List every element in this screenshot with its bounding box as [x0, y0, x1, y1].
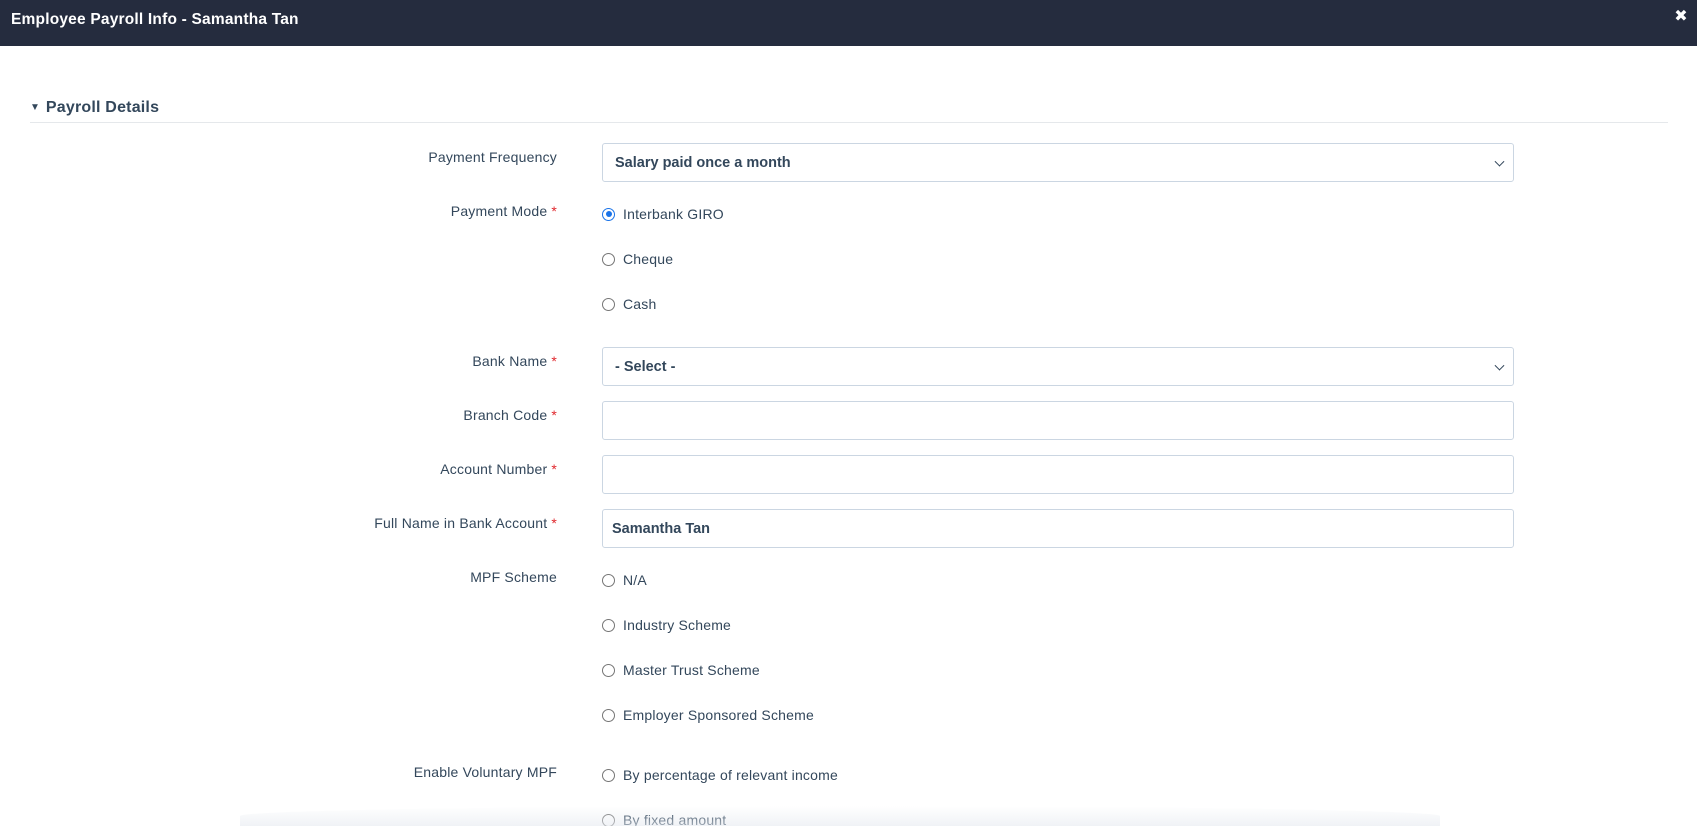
voluntary-mpf-label-text: Enable Voluntary MPF — [413, 764, 557, 780]
branch-code-input[interactable] — [602, 401, 1514, 440]
chevron-down-icon — [1494, 156, 1505, 167]
mpf-scheme-option-employer-sponsored[interactable]: Employer Sponsored Scheme — [602, 706, 814, 724]
payment-frequency-label: Payment Frequency — [428, 149, 557, 165]
mpf-scheme-option-master-trust[interactable]: Master Trust Scheme — [602, 661, 760, 679]
radio-label: Master Trust Scheme — [623, 662, 760, 678]
radio-button[interactable] — [602, 252, 615, 266]
bank-name-select[interactable]: - Select - — [602, 347, 1514, 386]
radio-label: Cash — [623, 296, 657, 312]
payment-mode-option-cash[interactable]: Cash — [602, 295, 656, 313]
radio-label: By fixed amount — [623, 812, 727, 826]
radio-button[interactable] — [602, 708, 615, 722]
required-marker: * — [551, 353, 557, 369]
scroll-shadow — [240, 806, 1440, 826]
account-number-label: Account Number * — [440, 461, 557, 477]
mpf-scheme-label: MPF Scheme — [470, 569, 557, 585]
bank-name-label: Bank Name * — [472, 353, 557, 369]
modal-title: Employee Payroll Info - Samantha Tan — [11, 11, 299, 28]
mpf-scheme-label-text: MPF Scheme — [470, 569, 557, 585]
payment-frequency-select[interactable]: Salary paid once a month — [602, 143, 1514, 182]
voluntary-mpf-label: Enable Voluntary MPF — [414, 764, 557, 780]
payment-mode-label: Payment Mode * — [451, 203, 557, 219]
mpf-scheme-option-na[interactable]: N/A — [602, 571, 647, 589]
bank-name-value: - Select - — [615, 358, 676, 375]
radio-label: Industry Scheme — [623, 617, 732, 633]
payment-mode-option-cheque[interactable]: Cheque — [602, 250, 673, 268]
full-name-label: Full Name in Bank Account * — [374, 515, 557, 531]
required-marker: * — [551, 515, 557, 531]
payment-mode-option-interbank-giro[interactable]: Interbank GIRO — [602, 205, 724, 223]
voluntary-mpf-option-percentage[interactable]: By percentage of relevant income — [602, 766, 838, 784]
radio-label: Cheque — [623, 251, 674, 267]
radio-button[interactable] — [602, 573, 615, 587]
radio-label: By percentage of relevant income — [623, 767, 838, 783]
radio-button-checked[interactable] — [602, 207, 615, 221]
radio-button[interactable] — [602, 813, 615, 826]
modal-titlebar: Employee Payroll Info - Samantha Tan ✖ — [0, 0, 1697, 46]
section-divider — [30, 122, 1668, 123]
section-title: Payroll Details — [45, 99, 160, 116]
payment-frequency-label-text: Payment Frequency — [428, 149, 557, 165]
required-marker: * — [551, 407, 557, 423]
radio-label: N/A — [623, 572, 647, 588]
required-marker: * — [551, 203, 557, 219]
payroll-details-toggle[interactable]: ▼ Payroll Details — [30, 98, 159, 118]
radio-button[interactable] — [602, 618, 615, 632]
required-marker: * — [551, 461, 557, 477]
payment-mode-label-text: Payment Mode — [450, 203, 548, 219]
radio-button[interactable] — [602, 297, 615, 311]
chevron-down-icon — [1494, 360, 1505, 371]
caret-down-icon: ▼ — [30, 102, 40, 113]
full-name-input[interactable] — [602, 509, 1514, 548]
radio-button[interactable] — [602, 768, 615, 782]
account-number-input[interactable] — [602, 455, 1514, 494]
mpf-scheme-option-industry[interactable]: Industry Scheme — [602, 616, 731, 634]
radio-button[interactable] — [602, 663, 615, 677]
bank-name-label-text: Bank Name — [472, 353, 548, 369]
full-name-label-text: Full Name in Bank Account — [374, 515, 548, 531]
voluntary-mpf-option-fixed-amount[interactable]: By fixed amount — [602, 811, 726, 826]
payment-frequency-value: Salary paid once a month — [615, 154, 791, 171]
radio-label: Employer Sponsored Scheme — [623, 707, 814, 723]
radio-label: Interbank GIRO — [623, 206, 724, 222]
branch-code-label: Branch Code * — [463, 407, 557, 423]
account-number-label-text: Account Number — [440, 461, 548, 477]
close-icon[interactable]: ✖ — [1672, 8, 1690, 26]
branch-code-label-text: Branch Code — [463, 407, 548, 423]
